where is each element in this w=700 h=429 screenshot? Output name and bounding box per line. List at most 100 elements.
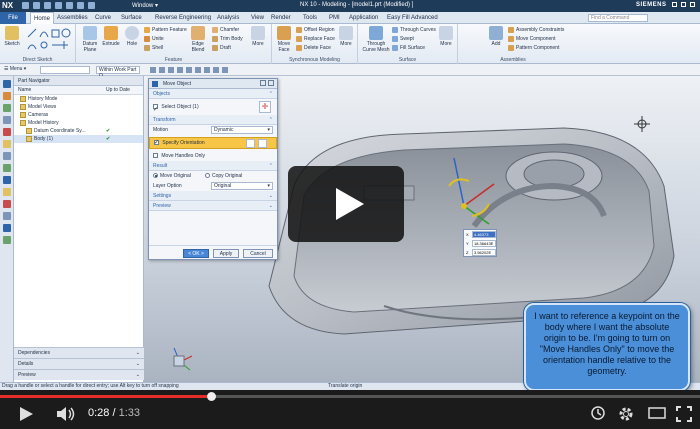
preview-section[interactable]: Preview ⌄ — [149, 201, 277, 211]
sketch-curve-tools[interactable] — [26, 27, 72, 51]
save-icon[interactable] — [22, 2, 29, 9]
tab-pmi[interactable]: PMI — [326, 12, 343, 24]
draft-button[interactable]: Draft — [212, 44, 231, 52]
snap-icon[interactable] — [186, 67, 192, 73]
tab-curve[interactable]: Curve — [92, 12, 114, 24]
close-icon[interactable] — [690, 2, 695, 7]
move-handles-only-row[interactable]: Move Handles Only — [149, 151, 277, 161]
close-icon[interactable] — [268, 80, 274, 86]
tree-node[interactable]: Datum Coordinate Sy... ✔ — [14, 127, 143, 135]
tab-render[interactable]: Render — [268, 12, 294, 24]
minimize-icon[interactable] — [672, 2, 677, 7]
play-overlay-button[interactable] — [288, 166, 404, 242]
settings-gear-icon[interactable] — [618, 406, 634, 422]
tab-surface[interactable]: Surface — [118, 12, 145, 24]
tab-home[interactable]: Home — [30, 12, 55, 24]
specify-orientation-row[interactable]: Specify Orientation — [149, 137, 277, 149]
edge-blend-button[interactable]: Edge Blend — [188, 26, 208, 53]
move-handles-only-checkbox[interactable] — [153, 153, 158, 159]
tree-node[interactable]: History Mode — [14, 95, 143, 103]
undo-icon[interactable] — [33, 2, 40, 9]
video-player[interactable]: NX Window ▾ NX 10 - Modeling - [model1.p… — [0, 0, 700, 429]
snap-icon[interactable] — [213, 67, 219, 73]
snap-icon[interactable] — [150, 67, 156, 73]
command-finder-input[interactable]: Find a Command — [588, 14, 648, 22]
tree-node[interactable]: Model History — [14, 119, 143, 127]
sketch-button[interactable]: Sketch — [2, 26, 22, 47]
snap-icon[interactable] — [177, 67, 183, 73]
dependencies-panel[interactable]: Dependencies ⌄ — [14, 347, 144, 358]
move-component-button[interactable]: Move Component — [508, 35, 555, 43]
snap-icon[interactable] — [159, 67, 165, 73]
progress-bar[interactable] — [0, 392, 700, 401]
tab-analysis[interactable]: Analysis — [214, 12, 242, 24]
theater-mode-icon[interactable] — [648, 406, 666, 420]
feature-more-button[interactable]: More — [248, 26, 268, 47]
type-filter-dropdown[interactable] — [40, 66, 90, 74]
tree-node[interactable]: Cameras — [14, 111, 143, 119]
settings-section[interactable]: Settings ⌄ — [149, 191, 277, 201]
part-navigator-icon[interactable] — [3, 80, 11, 88]
process-studio-icon[interactable] — [3, 176, 11, 184]
extrude-button[interactable]: Extrude — [101, 26, 121, 47]
coord-x-input[interactable]: 4.46373 — [472, 231, 496, 238]
snap-icon[interactable] — [204, 67, 210, 73]
resource-icon[interactable] — [3, 236, 11, 244]
copy-original-radio[interactable] — [205, 173, 210, 179]
move-original-radio[interactable] — [153, 173, 158, 179]
shell-button[interactable]: Shell — [144, 44, 163, 52]
add-component-button[interactable]: Add — [486, 26, 506, 47]
snap-icon[interactable] — [195, 67, 201, 73]
paste-icon[interactable] — [77, 2, 84, 9]
pattern-component-button[interactable]: Pattern Component — [508, 44, 559, 52]
repeat-icon[interactable] — [88, 2, 95, 9]
system-scenes-icon[interactable] — [3, 212, 11, 220]
tab-easy-fill-advanced[interactable]: Easy Fill Advanced — [384, 12, 441, 24]
tab-file[interactable]: File — [0, 12, 26, 24]
coord-y-input[interactable]: 18.36643E — [472, 240, 496, 247]
snap-icon[interactable] — [168, 67, 174, 73]
manufacturing-wizards-icon[interactable] — [3, 188, 11, 196]
chamfer-button[interactable]: Chamfer — [212, 26, 239, 34]
offset-region-button[interactable]: Offset Region — [296, 26, 334, 34]
copy-icon[interactable] — [66, 2, 73, 9]
surface-more-button[interactable]: More — [436, 26, 456, 47]
sync-more-button[interactable]: More — [336, 26, 356, 47]
reuse-library-icon[interactable] — [3, 116, 11, 124]
fullscreen-icon[interactable] — [676, 406, 692, 422]
roles-icon[interactable] — [3, 152, 11, 160]
assembly-navigator-icon[interactable] — [3, 92, 11, 100]
objects-section[interactable]: Objects ⌃ — [149, 89, 277, 99]
window-menu[interactable]: Window ▾ — [132, 2, 158, 9]
snap-icon[interactable] — [222, 67, 228, 73]
swept-button[interactable]: Swept — [392, 35, 414, 43]
select-object-icon[interactable]: ✛ — [259, 101, 271, 113]
scrubber-handle[interactable] — [206, 392, 216, 401]
assembly-constraints-button[interactable]: Assembly Constraints — [508, 26, 564, 34]
menu-button[interactable]: ☰ Menu ▾ — [4, 66, 26, 72]
history-icon[interactable] — [3, 128, 11, 136]
select-object-row[interactable]: Select Object (1) ✛ — [149, 99, 277, 118]
through-curve-mesh-button[interactable]: Through Curve Mesh — [362, 26, 390, 53]
layer-option-dropdown[interactable]: Original ▾ — [211, 182, 273, 190]
csys-dialog-icon[interactable] — [246, 139, 255, 148]
tab-view[interactable]: View — [248, 12, 267, 24]
apply-button[interactable]: Apply — [213, 249, 239, 258]
transform-section[interactable]: Transform ⌃ — [149, 115, 277, 125]
selection-scope-dropdown[interactable]: Within Work Part O — [96, 66, 140, 79]
tab-assemblies[interactable]: Assemblies — [54, 12, 91, 24]
constraint-navigator-icon[interactable] — [3, 104, 11, 112]
system-materials-icon[interactable] — [3, 164, 11, 172]
motion-dropdown[interactable]: Dynamic ▾ — [211, 126, 273, 134]
watch-later-icon[interactable] — [591, 406, 605, 420]
reset-icon[interactable] — [260, 80, 266, 86]
ok-button[interactable]: < OK > — [183, 249, 209, 258]
pattern-feature-button[interactable]: Pattern Feature — [144, 26, 187, 34]
datum-plane-button[interactable]: Datum Plane — [80, 26, 100, 53]
preview-panel[interactable]: Preview ⌄ — [14, 369, 144, 380]
cancel-button[interactable]: Cancel — [243, 249, 273, 258]
cut-icon[interactable] — [55, 2, 62, 9]
maximize-icon[interactable] — [681, 2, 686, 7]
through-curves-button[interactable]: Through Curves — [392, 26, 436, 34]
csys-list-icon[interactable] — [258, 139, 267, 148]
